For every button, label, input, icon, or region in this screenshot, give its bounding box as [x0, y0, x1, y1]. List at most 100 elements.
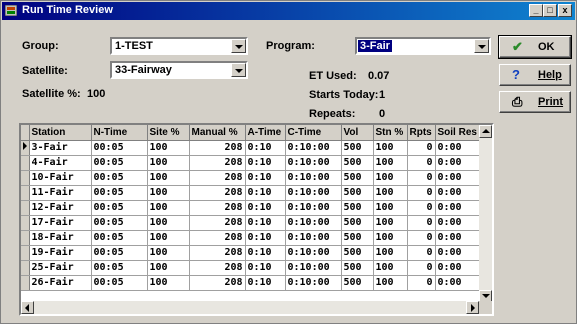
- chevron-down-icon[interactable]: [231, 39, 246, 53]
- table-cell[interactable]: 26-Fair: [29, 275, 92, 291]
- table-cell[interactable]: 0:10: [245, 245, 286, 261]
- table-cell[interactable]: 0:10:00: [285, 215, 342, 231]
- table-cell[interactable]: 0:00: [435, 155, 484, 171]
- row-indicator[interactable]: [21, 140, 30, 156]
- column-header[interactable]: Station: [29, 125, 92, 141]
- table-cell[interactable]: 100: [147, 170, 190, 186]
- column-header[interactable]: Site %: [147, 125, 190, 141]
- table-cell[interactable]: 0:10:00: [285, 185, 342, 201]
- table-cell[interactable]: 100: [373, 245, 408, 261]
- table-cell[interactable]: 0: [407, 215, 436, 231]
- table-cell[interactable]: 0:00: [435, 260, 484, 276]
- table-cell[interactable]: 10-Fair: [29, 170, 92, 186]
- table-cell[interactable]: 19-Fair: [29, 245, 92, 261]
- table-cell[interactable]: 208: [189, 275, 246, 291]
- table-cell[interactable]: 100: [147, 200, 190, 216]
- close-button[interactable]: x: [558, 4, 572, 17]
- table-cell[interactable]: 500: [341, 275, 374, 291]
- table-row[interactable]: 3-Fair 00:05 100 208 0:10 0:10:00 500 100 0 0:00: [21, 140, 484, 156]
- table-cell[interactable]: 100: [373, 185, 408, 201]
- table-cell[interactable]: 0:10:00: [285, 245, 342, 261]
- table-cell[interactable]: 0:10:00: [285, 260, 342, 276]
- table-cell[interactable]: 0:00: [435, 200, 484, 216]
- table-cell[interactable]: 208: [189, 155, 246, 171]
- table-cell[interactable]: 0:00: [435, 185, 484, 201]
- row-indicator[interactable]: [21, 215, 30, 231]
- table-cell[interactable]: 100: [373, 140, 408, 156]
- column-header[interactable]: N-Time: [91, 125, 148, 141]
- scroll-up-icon[interactable]: [479, 125, 492, 138]
- print-button[interactable]: ⎙ Print: [499, 91, 571, 113]
- table-cell[interactable]: 0: [407, 185, 436, 201]
- table-cell[interactable]: 500: [341, 185, 374, 201]
- table-cell[interactable]: 0: [407, 230, 436, 246]
- table-cell[interactable]: 0:10: [245, 260, 286, 276]
- table-cell[interactable]: 208: [189, 215, 246, 231]
- table-cell[interactable]: 100: [147, 245, 190, 261]
- table-cell[interactable]: 500: [341, 245, 374, 261]
- table-cell[interactable]: 500: [341, 230, 374, 246]
- table-cell[interactable]: 00:05: [91, 185, 148, 201]
- table-cell[interactable]: 0:10: [245, 170, 286, 186]
- table-row[interactable]: 12-Fair 00:05 100 208 0:10 0:10:00 500 100 0 0:00: [21, 200, 484, 216]
- maximize-button[interactable]: □: [543, 4, 557, 17]
- table-cell[interactable]: 100: [147, 215, 190, 231]
- table-cell[interactable]: 11-Fair: [29, 185, 92, 201]
- table-cell[interactable]: 0:10: [245, 215, 286, 231]
- program-dropdown[interactable]: 3-Fair: [355, 37, 491, 55]
- vertical-scrollbar[interactable]: [479, 125, 492, 303]
- table-cell[interactable]: 0:00: [435, 170, 484, 186]
- column-header[interactable]: A-Time: [245, 125, 286, 141]
- column-header[interactable]: Stn %: [373, 125, 408, 141]
- table-cell[interactable]: 100: [373, 260, 408, 276]
- table-cell[interactable]: 0:10: [245, 185, 286, 201]
- row-indicator[interactable]: [21, 155, 30, 171]
- table-cell[interactable]: 208: [189, 230, 246, 246]
- table-cell[interactable]: 0:10:00: [285, 155, 342, 171]
- table-cell[interactable]: 00:05: [91, 155, 148, 171]
- table-cell[interactable]: 100: [373, 215, 408, 231]
- table-cell[interactable]: 100: [147, 155, 190, 171]
- title-bar[interactable]: Run Time Review _ □ x: [2, 2, 575, 20]
- table-cell[interactable]: 00:05: [91, 260, 148, 276]
- row-indicator[interactable]: [21, 260, 30, 276]
- table-cell[interactable]: 17-Fair: [29, 215, 92, 231]
- scroll-right-icon[interactable]: [466, 301, 479, 314]
- table-row[interactable]: 10-Fair 00:05 100 208 0:10 0:10:00 500 100 0 0:00: [21, 170, 484, 186]
- table-cell[interactable]: 00:05: [91, 140, 148, 156]
- table-cell[interactable]: 0:10: [245, 155, 286, 171]
- table-cell[interactable]: 100: [147, 185, 190, 201]
- table-cell[interactable]: 3-Fair: [29, 140, 92, 156]
- table-cell[interactable]: 00:05: [91, 275, 148, 291]
- table-cell[interactable]: 0: [407, 260, 436, 276]
- table-cell[interactable]: 100: [373, 155, 408, 171]
- table-cell[interactable]: 208: [189, 170, 246, 186]
- group-dropdown[interactable]: 1-TEST: [110, 37, 248, 55]
- table-cell[interactable]: 0: [407, 200, 436, 216]
- table-cell[interactable]: 4-Fair: [29, 155, 92, 171]
- row-indicator[interactable]: [21, 200, 30, 216]
- chevron-down-icon[interactable]: [231, 63, 246, 77]
- table-cell[interactable]: 0: [407, 155, 436, 171]
- row-indicator[interactable]: [21, 230, 30, 246]
- table-cell[interactable]: 100: [373, 200, 408, 216]
- table-cell[interactable]: 500: [341, 215, 374, 231]
- column-header[interactable]: Manual %: [189, 125, 246, 141]
- table-cell[interactable]: 0:00: [435, 215, 484, 231]
- satellite-dropdown[interactable]: 33-Fairway: [110, 61, 248, 79]
- table-row[interactable]: 17-Fair 00:05 100 208 0:10 0:10:00 500 100 0 0:00: [21, 215, 484, 231]
- table-cell[interactable]: 0:10: [245, 200, 286, 216]
- column-header[interactable]: Rpts: [407, 125, 436, 141]
- table-cell[interactable]: 0: [407, 245, 436, 261]
- row-indicator[interactable]: [21, 170, 30, 186]
- row-indicator[interactable]: [21, 245, 30, 261]
- table-cell[interactable]: 0:10:00: [285, 140, 342, 156]
- table-cell[interactable]: 208: [189, 245, 246, 261]
- table-cell[interactable]: 0:10: [245, 275, 286, 291]
- row-indicator[interactable]: [21, 275, 30, 291]
- help-button[interactable]: ? Help: [499, 64, 571, 86]
- table-cell[interactable]: 00:05: [91, 170, 148, 186]
- table-row[interactable]: 19-Fair 00:05 100 208 0:10 0:10:00 500 100 0 0:00: [21, 245, 484, 261]
- table-cell[interactable]: 0:10:00: [285, 275, 342, 291]
- table-cell[interactable]: 100: [147, 230, 190, 246]
